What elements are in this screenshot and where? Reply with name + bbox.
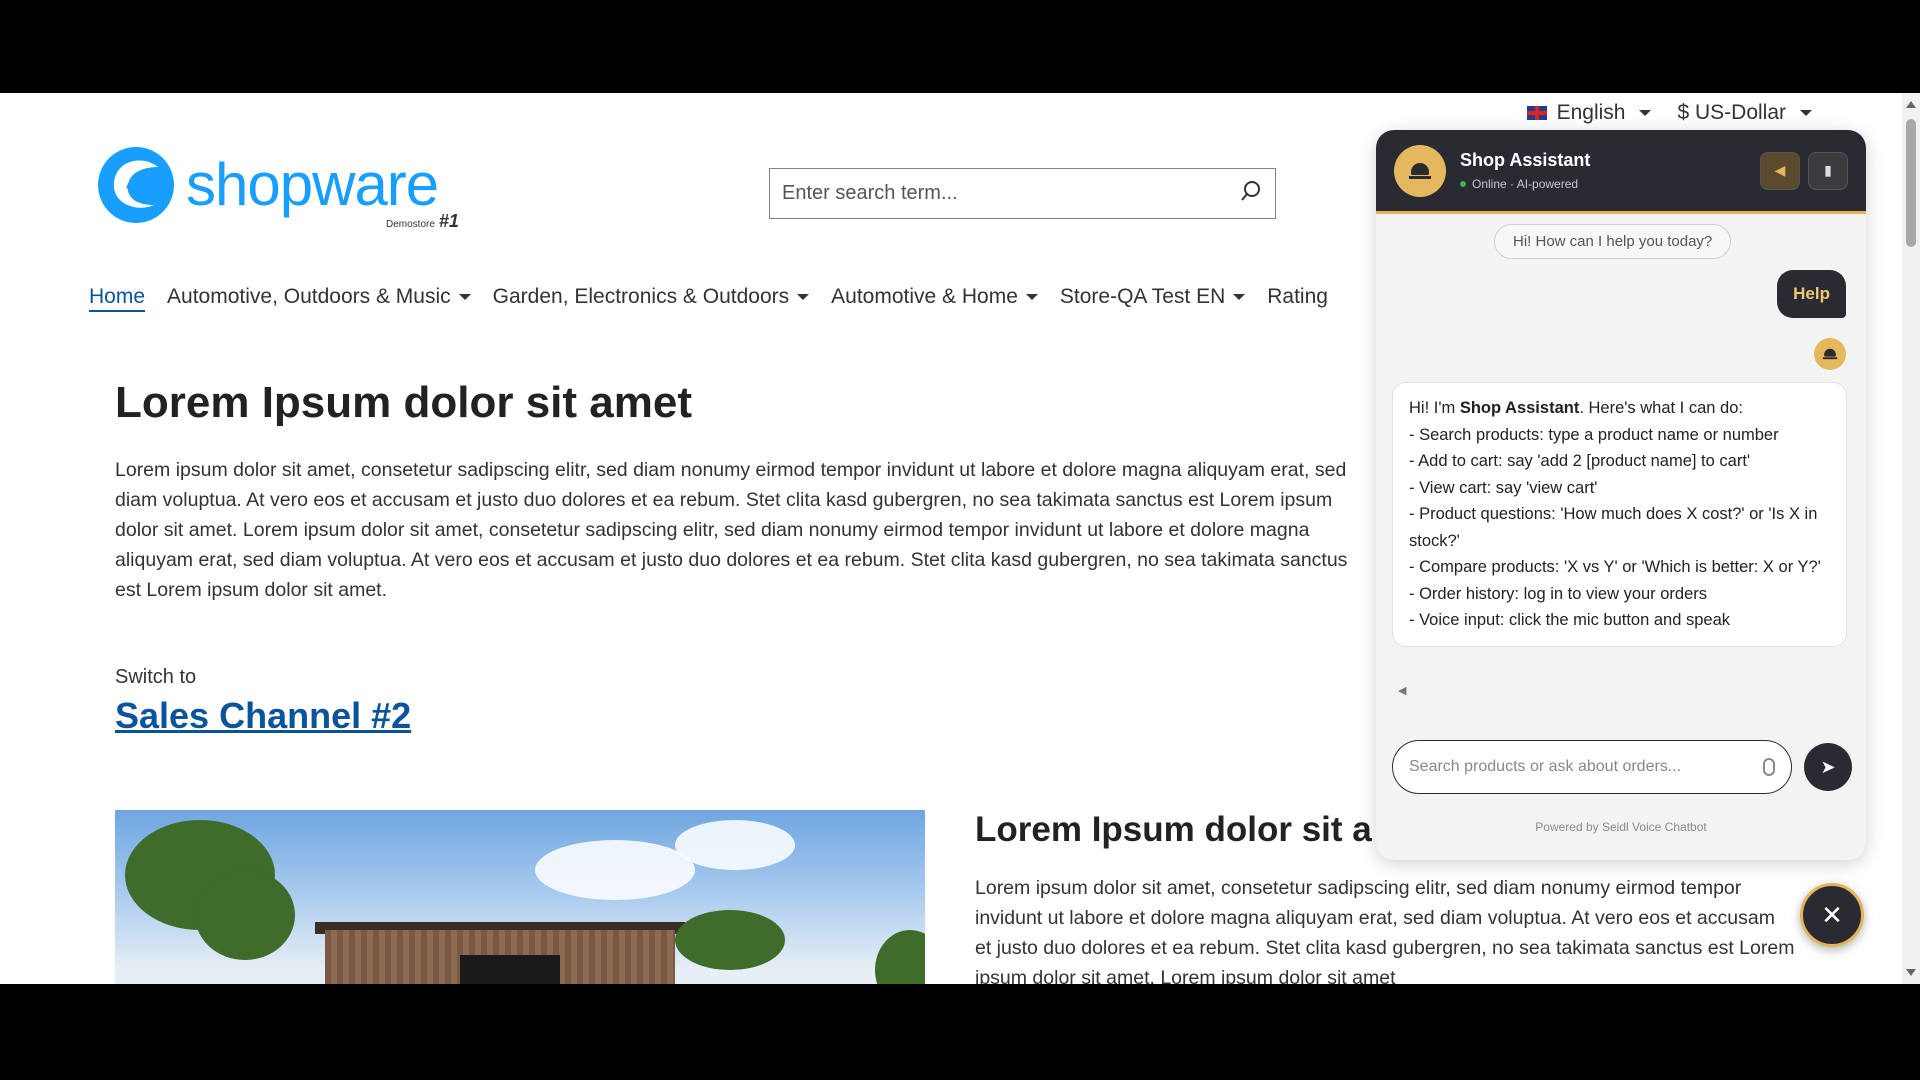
browser-viewport: English $ US-Dollar shopware Demostore #1… [0, 93, 1920, 984]
logo-sub-text: Demostore [386, 219, 435, 230]
section-title: Lorem Ipsum dolor sit a [975, 810, 1372, 849]
mic-icon[interactable] [1763, 758, 1775, 776]
chat-input-box [1392, 740, 1792, 794]
chevron-down-icon [1639, 110, 1652, 116]
chat-status-text: Online · AI-powered [1472, 177, 1579, 191]
bot-intro-pre: Hi! I'm [1409, 399, 1460, 417]
bot-message: Hi! I'm Shop Assistant. Here's what I ca… [1392, 382, 1847, 647]
user-message: Help [1777, 270, 1846, 318]
nav-label: Store-QA Test EN [1059, 285, 1226, 308]
scroll-up-icon[interactable] [1906, 101, 1916, 108]
chevron-down-icon [1025, 294, 1038, 300]
bot-intro: Hi! I'm Shop Assistant. Here's what I ca… [1409, 395, 1830, 422]
search-box [769, 168, 1276, 219]
scroll-down-icon[interactable] [1906, 969, 1916, 976]
chat-header: Shop Assistant Online · AI-powered ◀ ▮ [1376, 130, 1866, 214]
service-bell-icon [1409, 162, 1431, 179]
chevron-down-icon [1233, 294, 1246, 300]
uk-flag-icon [1526, 106, 1547, 120]
main-navigation: Home Automotive, Outdoors & Music Garden… [89, 285, 1340, 309]
search-icon[interactable] [1239, 179, 1263, 208]
nav-label: Automotive & Home [831, 285, 1018, 308]
page-title: Lorem Ipsum dolor sit amet [115, 378, 692, 427]
bot-intro-name: Shop Assistant [1459, 399, 1580, 417]
chevron-down-icon [797, 294, 810, 300]
chat-input-row: ➤ [1392, 740, 1852, 794]
clear-chat-button[interactable]: ▮ [1808, 151, 1848, 190]
online-dot-icon [1460, 181, 1466, 187]
chevron-down-icon [458, 294, 471, 300]
nav-item-rating[interactable]: Rating [1257, 285, 1338, 309]
bot-line: - Voice input: click the mic button and … [1409, 611, 1731, 629]
search-input[interactable] [782, 182, 1239, 205]
nav-item-home[interactable]: Home [89, 285, 155, 309]
logo-sub-number: #1 [438, 211, 459, 231]
powered-by: Powered by Seidl Voice Chatbot [1535, 820, 1707, 834]
house-image [115, 810, 925, 984]
language-label: English [1556, 101, 1626, 124]
logo-wordmark: shopware [186, 151, 439, 218]
bot-line: - Search products: type a product name o… [1409, 425, 1779, 444]
close-icon: ✕ [1821, 899, 1843, 930]
scroll-thumb[interactable] [1906, 119, 1916, 247]
chevron-down-icon [1800, 110, 1812, 116]
top-utility-bar: English $ US-Dollar [1526, 101, 1812, 125]
nav-item-store-qa-test[interactable]: Store-QA Test EN [1050, 285, 1255, 309]
sales-channel-link[interactable]: Sales Channel #2 [115, 695, 411, 737]
chat-status: Online · AI-powered [1460, 177, 1590, 191]
shopware-logo[interactable]: shopware Demostore #1 [96, 145, 459, 231]
greeting-message: Hi! How can I help you today? [1494, 224, 1732, 259]
bot-line: - Compare products: 'X vs Y' or 'Which i… [1409, 558, 1821, 576]
nav-item-automotive-home[interactable]: Automotive & Home [821, 285, 1048, 309]
bot-intro-post: . Here's what I can do: [1579, 399, 1743, 417]
bot-line: - Add to cart: say 'add 2 [product name]… [1409, 452, 1751, 470]
chat-messages[interactable]: Hi! How can I help you today? Help Hi! I… [1376, 214, 1866, 726]
chat-title-block: Shop Assistant Online · AI-powered [1460, 150, 1590, 191]
nav-label: Rating [1267, 285, 1328, 308]
speaker-button[interactable]: ◀ [1760, 151, 1800, 190]
language-dropdown[interactable]: English [1526, 101, 1652, 125]
send-icon: ➤ [1820, 756, 1836, 777]
nav-item-garden-electronics-outdoors[interactable]: Garden, Electronics & Outdoors [483, 285, 819, 309]
speaker-icon: ◀ [1774, 162, 1786, 178]
bot-line: - View cart: say 'view cart' [1409, 478, 1598, 497]
intro-paragraph: Lorem ipsum dolor sit amet, consetetur s… [115, 459, 1348, 601]
nav-label: Home [89, 285, 146, 308]
nav-label: Garden, Electronics & Outdoors [492, 285, 790, 308]
logo-subtitle: Demostore #1 [386, 211, 459, 232]
bot-line: - Product questions: 'How much does X co… [1409, 505, 1818, 550]
section-paragraph: Lorem ipsum dolor sit amet, consetetur s… [975, 877, 1795, 984]
bot-avatar-small [1814, 338, 1846, 370]
bot-line: - Order history: log in to view your ord… [1409, 584, 1708, 603]
chat-input[interactable] [1409, 758, 1763, 776]
service-bell-icon [1822, 348, 1838, 360]
play-message-icon[interactable]: ◀ [1398, 684, 1406, 697]
send-button[interactable]: ➤ [1804, 743, 1852, 791]
chat-widget: Shop Assistant Online · AI-powered ◀ ▮ H… [1376, 130, 1866, 860]
trash-icon: ▮ [1824, 162, 1832, 178]
close-chat-button[interactable]: ✕ [1800, 883, 1864, 947]
currency-dropdown[interactable]: $ US-Dollar [1677, 101, 1812, 125]
chat-title: Shop Assistant [1460, 150, 1591, 170]
shopware-logo-icon [96, 145, 176, 225]
nav-item-automotive-outdoors-music[interactable]: Automotive, Outdoors & Music [157, 285, 481, 309]
switch-label: Switch to [115, 666, 197, 688]
chat-header-buttons: ◀ ▮ [1760, 151, 1848, 190]
currency-label: $ US-Dollar [1677, 101, 1786, 124]
page-scrollbar[interactable] [1902, 93, 1920, 984]
nav-label: Automotive, Outdoors & Music [167, 285, 451, 308]
bot-avatar [1394, 144, 1446, 197]
